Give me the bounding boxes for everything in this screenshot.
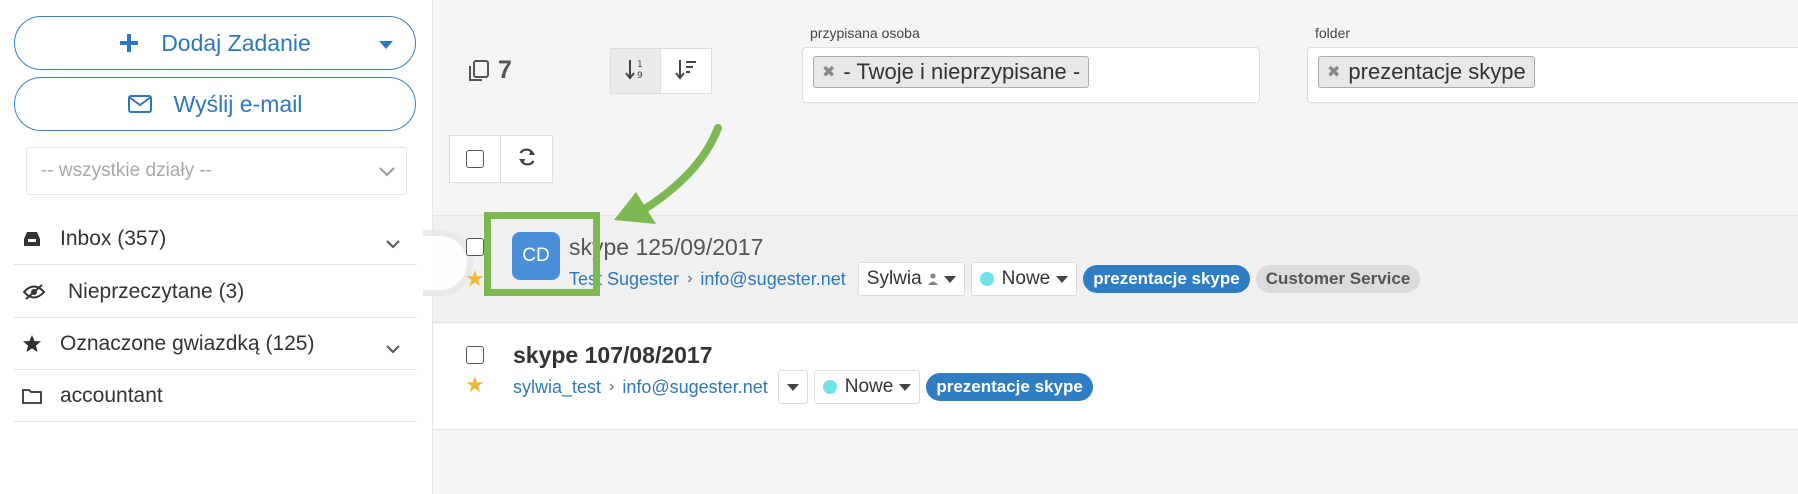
add-task-label: Dodaj Zadanie bbox=[161, 29, 311, 56]
sidebar-item-starred[interactable]: Oznaczone gwiazdką (125) bbox=[14, 318, 417, 370]
svg-text:1: 1 bbox=[637, 60, 643, 70]
remove-icon[interactable]: ✖ bbox=[1327, 62, 1340, 82]
sort-group: 19 bbox=[610, 48, 712, 94]
task-count: 7 bbox=[498, 56, 512, 84]
remove-icon[interactable]: ✖ bbox=[822, 62, 835, 82]
chevron-right-icon: › bbox=[609, 378, 615, 395]
sort-numeric-button[interactable]: 19 bbox=[610, 48, 661, 94]
chevron-down-icon bbox=[378, 162, 396, 184]
sidebar-item-label: Nieprzeczytane (3) bbox=[68, 279, 245, 303]
status-dot bbox=[979, 272, 994, 286]
task-counter: 7 bbox=[466, 56, 512, 85]
row-checkbox[interactable] bbox=[466, 346, 484, 364]
star-icon[interactable]: ★ bbox=[465, 372, 485, 398]
sidebar-item-label: accountant bbox=[60, 383, 163, 407]
caret-down-icon bbox=[943, 275, 956, 283]
tag-badge[interactable]: Customer Service bbox=[1255, 265, 1421, 293]
assignee-select[interactable] bbox=[777, 370, 808, 404]
caret-down-icon bbox=[899, 383, 912, 391]
sidebar-item-inbox[interactable]: Inbox (357) bbox=[14, 213, 417, 265]
list-tools bbox=[449, 135, 553, 183]
message-meta: Test Sugester › info@sugester.net Sylwia… bbox=[569, 262, 1421, 296]
email-link[interactable]: info@sugester.net bbox=[700, 269, 845, 290]
message-row[interactable]: ★ CD skype 125/09/2017 Test Sugester › i… bbox=[423, 215, 1798, 323]
message-row[interactable]: ★ skype 107/08/2017 sylwia_test › info@s… bbox=[433, 324, 1798, 430]
folder-filter-chip[interactable]: ✖ prezentacje skype bbox=[1318, 56, 1535, 88]
sidebar-item-accountant[interactable]: accountant bbox=[14, 370, 417, 422]
assigned-filter-field[interactable]: ✖ - Twoje i nieprzypisane - bbox=[802, 47, 1260, 103]
tag-badge[interactable]: prezentacje skype bbox=[1083, 265, 1250, 293]
department-select[interactable]: -- wszystkie działy -- bbox=[26, 147, 407, 195]
send-email-label: Wyślij e-mail bbox=[173, 90, 303, 117]
assigned-filter-chip[interactable]: ✖ - Twoje i nieprzypisane - bbox=[813, 56, 1090, 88]
inbox-icon bbox=[14, 230, 60, 248]
folder-icon bbox=[14, 388, 60, 404]
star-icon bbox=[14, 334, 60, 354]
folder-filter-field[interactable]: ✖ prezentacje skype bbox=[1307, 47, 1798, 103]
chevron-down-icon[interactable] bbox=[385, 231, 401, 255]
caret-down-icon bbox=[786, 383, 799, 391]
star-icon[interactable]: ★ bbox=[465, 266, 485, 292]
department-placeholder: -- wszystkie działy -- bbox=[41, 160, 213, 181]
status-label: Nowe bbox=[844, 376, 894, 397]
sidebar-item-unread[interactable]: Nieprzeczytane (3) bbox=[14, 266, 417, 318]
chevron-down-icon[interactable] bbox=[385, 336, 401, 360]
status-select[interactable]: Nowe bbox=[813, 370, 921, 404]
highlight-box bbox=[484, 212, 600, 296]
select-all-checkbox[interactable] bbox=[466, 150, 484, 168]
svg-text:9: 9 bbox=[637, 71, 643, 81]
tag-badge[interactable]: prezentacje skype bbox=[926, 373, 1093, 401]
chevron-right-icon: › bbox=[687, 270, 693, 287]
refresh-button[interactable] bbox=[501, 135, 553, 183]
user-icon bbox=[927, 273, 938, 285]
assignee-select[interactable]: Sylwia bbox=[857, 262, 965, 296]
annotation-arrow-icon bbox=[614, 124, 722, 224]
select-all-button[interactable] bbox=[449, 135, 501, 183]
row-checkbox[interactable] bbox=[466, 238, 484, 256]
caret-down-icon[interactable] bbox=[379, 41, 393, 49]
sort-amount-button[interactable] bbox=[661, 48, 712, 94]
envelope-icon bbox=[127, 95, 152, 113]
status-select[interactable]: Nowe bbox=[970, 262, 1078, 296]
sort-amount-icon bbox=[674, 57, 698, 86]
assigned-filter-label: przypisana osoba bbox=[810, 25, 920, 41]
message-meta: sylwia_test › info@sugester.net Nowe pre… bbox=[513, 370, 1093, 404]
assigned-filter-value: - Twoje i nieprzypisane - bbox=[843, 59, 1081, 84]
send-email-button[interactable]: Wyślij e-mail bbox=[14, 77, 416, 131]
sort-numeric-icon: 19 bbox=[624, 57, 648, 86]
sidebar-item-label: Oznaczone gwiazdką (125) bbox=[60, 331, 315, 355]
message-subject[interactable]: skype 107/08/2017 bbox=[513, 342, 713, 369]
folder-filter-value: prezentacje skype bbox=[1348, 59, 1526, 84]
email-link[interactable]: info@sugester.net bbox=[622, 377, 767, 398]
refresh-icon bbox=[517, 147, 537, 172]
sidebar: Dodaj Zadanie Wyślij e-mail -- wszystkie… bbox=[0, 0, 432, 494]
sender-link[interactable]: sylwia_test bbox=[513, 377, 601, 398]
sidebar-item-label: Inbox (357) bbox=[60, 226, 167, 250]
add-task-button[interactable]: Dodaj Zadanie bbox=[14, 16, 416, 70]
eye-slash-icon bbox=[14, 283, 60, 301]
assignee-name: Sylwia bbox=[866, 268, 922, 289]
copy-icon bbox=[466, 59, 492, 83]
folder-filter-label: folder bbox=[1315, 25, 1351, 41]
caret-down-icon bbox=[1056, 275, 1069, 283]
status-label: Nowe bbox=[1001, 268, 1051, 289]
plus-icon bbox=[119, 33, 139, 53]
status-dot bbox=[822, 380, 837, 394]
